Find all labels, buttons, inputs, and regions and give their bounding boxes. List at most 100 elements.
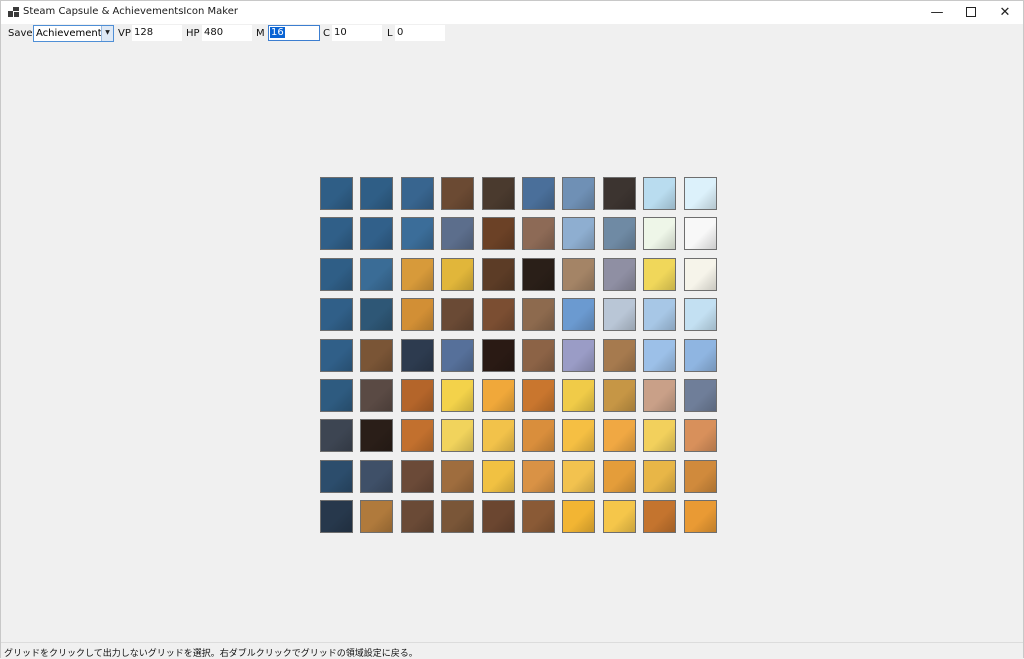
grid-tile[interactable] — [684, 258, 717, 291]
grid-tile[interactable] — [482, 460, 515, 493]
grid-tile[interactable] — [522, 217, 555, 250]
grid-tile[interactable] — [684, 177, 717, 210]
grid-tile[interactable] — [684, 217, 717, 250]
grid-tile[interactable] — [562, 500, 595, 533]
grid-tile[interactable] — [684, 500, 717, 533]
title-bar[interactable]: Steam Capsule & AchievementsIcon Maker —… — [1, 1, 1023, 24]
grid-tile[interactable] — [643, 217, 676, 250]
grid-tile[interactable] — [360, 217, 393, 250]
grid-tile[interactable] — [643, 177, 676, 210]
grid-tile[interactable] — [603, 217, 636, 250]
grid-tile[interactable] — [401, 298, 434, 331]
grid-tile[interactable] — [441, 258, 474, 291]
grid-tile[interactable] — [441, 298, 474, 331]
grid-tile[interactable] — [643, 379, 676, 412]
grid-tile[interactable] — [562, 258, 595, 291]
grid-tile[interactable] — [603, 258, 636, 291]
grid-tile[interactable] — [522, 500, 555, 533]
grid-tile[interactable] — [522, 460, 555, 493]
grid-tile[interactable] — [482, 500, 515, 533]
grid-tile[interactable] — [643, 339, 676, 372]
grid-tile[interactable] — [441, 339, 474, 372]
grid-tile[interactable] — [320, 298, 353, 331]
grid-tile[interactable] — [360, 500, 393, 533]
c-input[interactable]: 10 — [332, 25, 382, 41]
grid-tile[interactable] — [482, 217, 515, 250]
grid-tile[interactable] — [643, 258, 676, 291]
grid-tile[interactable] — [441, 460, 474, 493]
grid-tile[interactable] — [562, 298, 595, 331]
grid-tile[interactable] — [684, 460, 717, 493]
grid-tile[interactable] — [482, 258, 515, 291]
grid-tile[interactable] — [320, 339, 353, 372]
grid-tile[interactable] — [401, 419, 434, 452]
grid-tile[interactable] — [522, 419, 555, 452]
grid-tile[interactable] — [441, 419, 474, 452]
mode-select[interactable]: Achievements ▼ — [33, 25, 114, 42]
grid-tile[interactable] — [562, 460, 595, 493]
grid-tile[interactable] — [643, 460, 676, 493]
grid-tile[interactable] — [603, 298, 636, 331]
grid-tile[interactable] — [684, 339, 717, 372]
grid-tile[interactable] — [320, 177, 353, 210]
grid-tile[interactable] — [562, 217, 595, 250]
chevron-down-icon[interactable]: ▼ — [101, 26, 113, 41]
grid-tile[interactable] — [360, 419, 393, 452]
grid-tile[interactable] — [482, 177, 515, 210]
icon-grid[interactable] — [320, 177, 720, 537]
grid-tile[interactable] — [441, 500, 474, 533]
grid-tile[interactable] — [320, 258, 353, 291]
grid-tile[interactable] — [522, 177, 555, 210]
grid-tile[interactable] — [360, 177, 393, 210]
grid-tile[interactable] — [522, 379, 555, 412]
grid-tile[interactable] — [482, 379, 515, 412]
grid-tile[interactable] — [401, 460, 434, 493]
grid-tile[interactable] — [522, 339, 555, 372]
grid-tile[interactable] — [401, 379, 434, 412]
grid-tile[interactable] — [643, 298, 676, 331]
grid-tile[interactable] — [401, 217, 434, 250]
l-input[interactable]: 0 — [395, 25, 445, 41]
grid-tile[interactable] — [643, 419, 676, 452]
grid-tile[interactable] — [603, 177, 636, 210]
grid-tile[interactable] — [562, 419, 595, 452]
grid-tile[interactable] — [522, 298, 555, 331]
grid-tile[interactable] — [603, 419, 636, 452]
grid-tile[interactable] — [482, 339, 515, 372]
grid-tile[interactable] — [360, 379, 393, 412]
grid-tile[interactable] — [684, 419, 717, 452]
grid-tile[interactable] — [441, 379, 474, 412]
grid-tile[interactable] — [482, 419, 515, 452]
grid-tile[interactable] — [522, 258, 555, 291]
grid-tile[interactable] — [562, 339, 595, 372]
grid-tile[interactable] — [401, 177, 434, 210]
hp-input[interactable]: 480 — [202, 25, 252, 41]
grid-tile[interactable] — [360, 460, 393, 493]
grid-tile[interactable] — [360, 258, 393, 291]
grid-tile[interactable] — [320, 460, 353, 493]
grid-tile[interactable] — [603, 379, 636, 412]
grid-tile[interactable] — [441, 177, 474, 210]
grid-tile[interactable] — [441, 217, 474, 250]
grid-tile[interactable] — [320, 379, 353, 412]
save-button[interactable]: Save — [8, 28, 33, 39]
grid-tile[interactable] — [401, 258, 434, 291]
grid-tile[interactable] — [320, 500, 353, 533]
grid-tile[interactable] — [603, 460, 636, 493]
grid-tile[interactable] — [562, 379, 595, 412]
grid-tile[interactable] — [482, 298, 515, 331]
m-input[interactable]: 16 — [268, 25, 320, 41]
grid-tile[interactable] — [401, 500, 434, 533]
grid-tile[interactable] — [320, 217, 353, 250]
grid-tile[interactable] — [401, 339, 434, 372]
grid-tile[interactable] — [643, 500, 676, 533]
grid-tile[interactable] — [684, 298, 717, 331]
grid-tile[interactable] — [603, 339, 636, 372]
grid-tile[interactable] — [562, 177, 595, 210]
grid-tile[interactable] — [684, 379, 717, 412]
vp-input[interactable]: 128 — [132, 25, 182, 41]
grid-tile[interactable] — [360, 339, 393, 372]
close-button[interactable]: ✕ — [987, 1, 1023, 24]
maximize-button[interactable] — [953, 1, 989, 24]
grid-tile[interactable] — [360, 298, 393, 331]
